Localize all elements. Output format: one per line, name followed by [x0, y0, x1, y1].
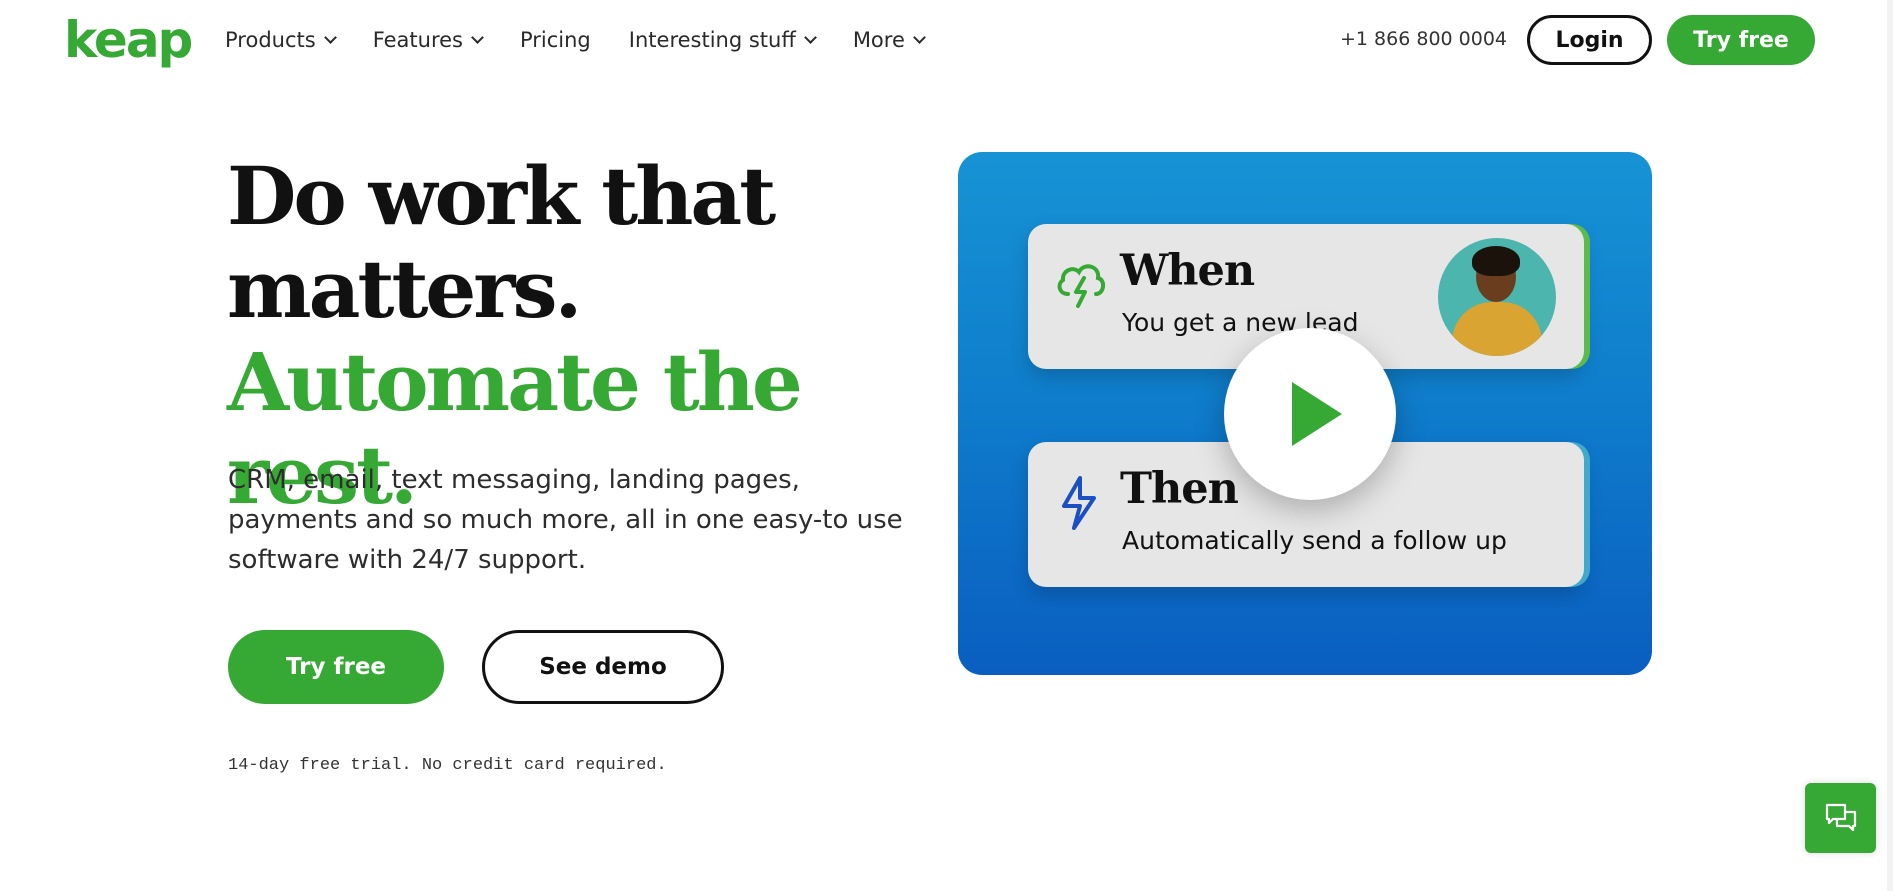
keap-logo[interactable]: keap — [64, 10, 193, 70]
nav-label: Products — [225, 28, 316, 52]
then-title: Then — [1120, 464, 1239, 514]
try-free-header-button[interactable]: Try free — [1667, 15, 1815, 65]
then-text: Automatically send a follow up — [1122, 526, 1507, 555]
see-demo-button[interactable]: See demo — [482, 630, 724, 704]
chevron-down-icon — [803, 30, 817, 44]
chevron-down-icon — [913, 30, 926, 44]
nav-label: More — [852, 28, 905, 52]
when-title: When — [1120, 246, 1255, 296]
play-button[interactable] — [1224, 328, 1396, 500]
headline-black: Do work that matters. — [227, 149, 776, 336]
scrollbar[interactable] — [1887, 0, 1893, 891]
hero-subtext: CRM, email, text messaging, landing page… — [228, 465, 903, 575]
chevron-down-icon — [471, 30, 484, 44]
nav-label: Features — [372, 28, 463, 52]
chat-button[interactable] — [1805, 783, 1876, 853]
lightning-icon — [1062, 476, 1096, 530]
try-free-button[interactable]: Try free — [228, 630, 444, 704]
cloud-lightning-icon — [1057, 264, 1105, 308]
nav-pricing[interactable]: Pricing — [520, 28, 591, 52]
nav-features[interactable]: Features — [372, 28, 484, 52]
trial-note: 14-day free trial. No credit card requir… — [228, 756, 667, 775]
chevron-down-icon — [323, 30, 337, 44]
video-player[interactable]: When You get a new lead Then Automatical… — [958, 152, 1652, 675]
nav-more[interactable]: More — [852, 28, 926, 52]
lead-avatar — [1438, 238, 1556, 356]
nav-interesting-stuff[interactable]: Interesting stuff — [628, 28, 817, 52]
nav-products[interactable]: Products — [225, 28, 337, 52]
login-button[interactable]: Login — [1527, 15, 1652, 65]
nav-label: Interesting stuff — [628, 28, 796, 52]
phone-link[interactable]: +1 866 800 0004 — [1340, 28, 1507, 50]
play-icon — [1292, 382, 1342, 446]
chat-bubbles-icon — [1825, 803, 1856, 832]
main-nav: Products Features Pricing Interesting st… — [225, 22, 962, 58]
nav-label: Pricing — [519, 28, 591, 52]
